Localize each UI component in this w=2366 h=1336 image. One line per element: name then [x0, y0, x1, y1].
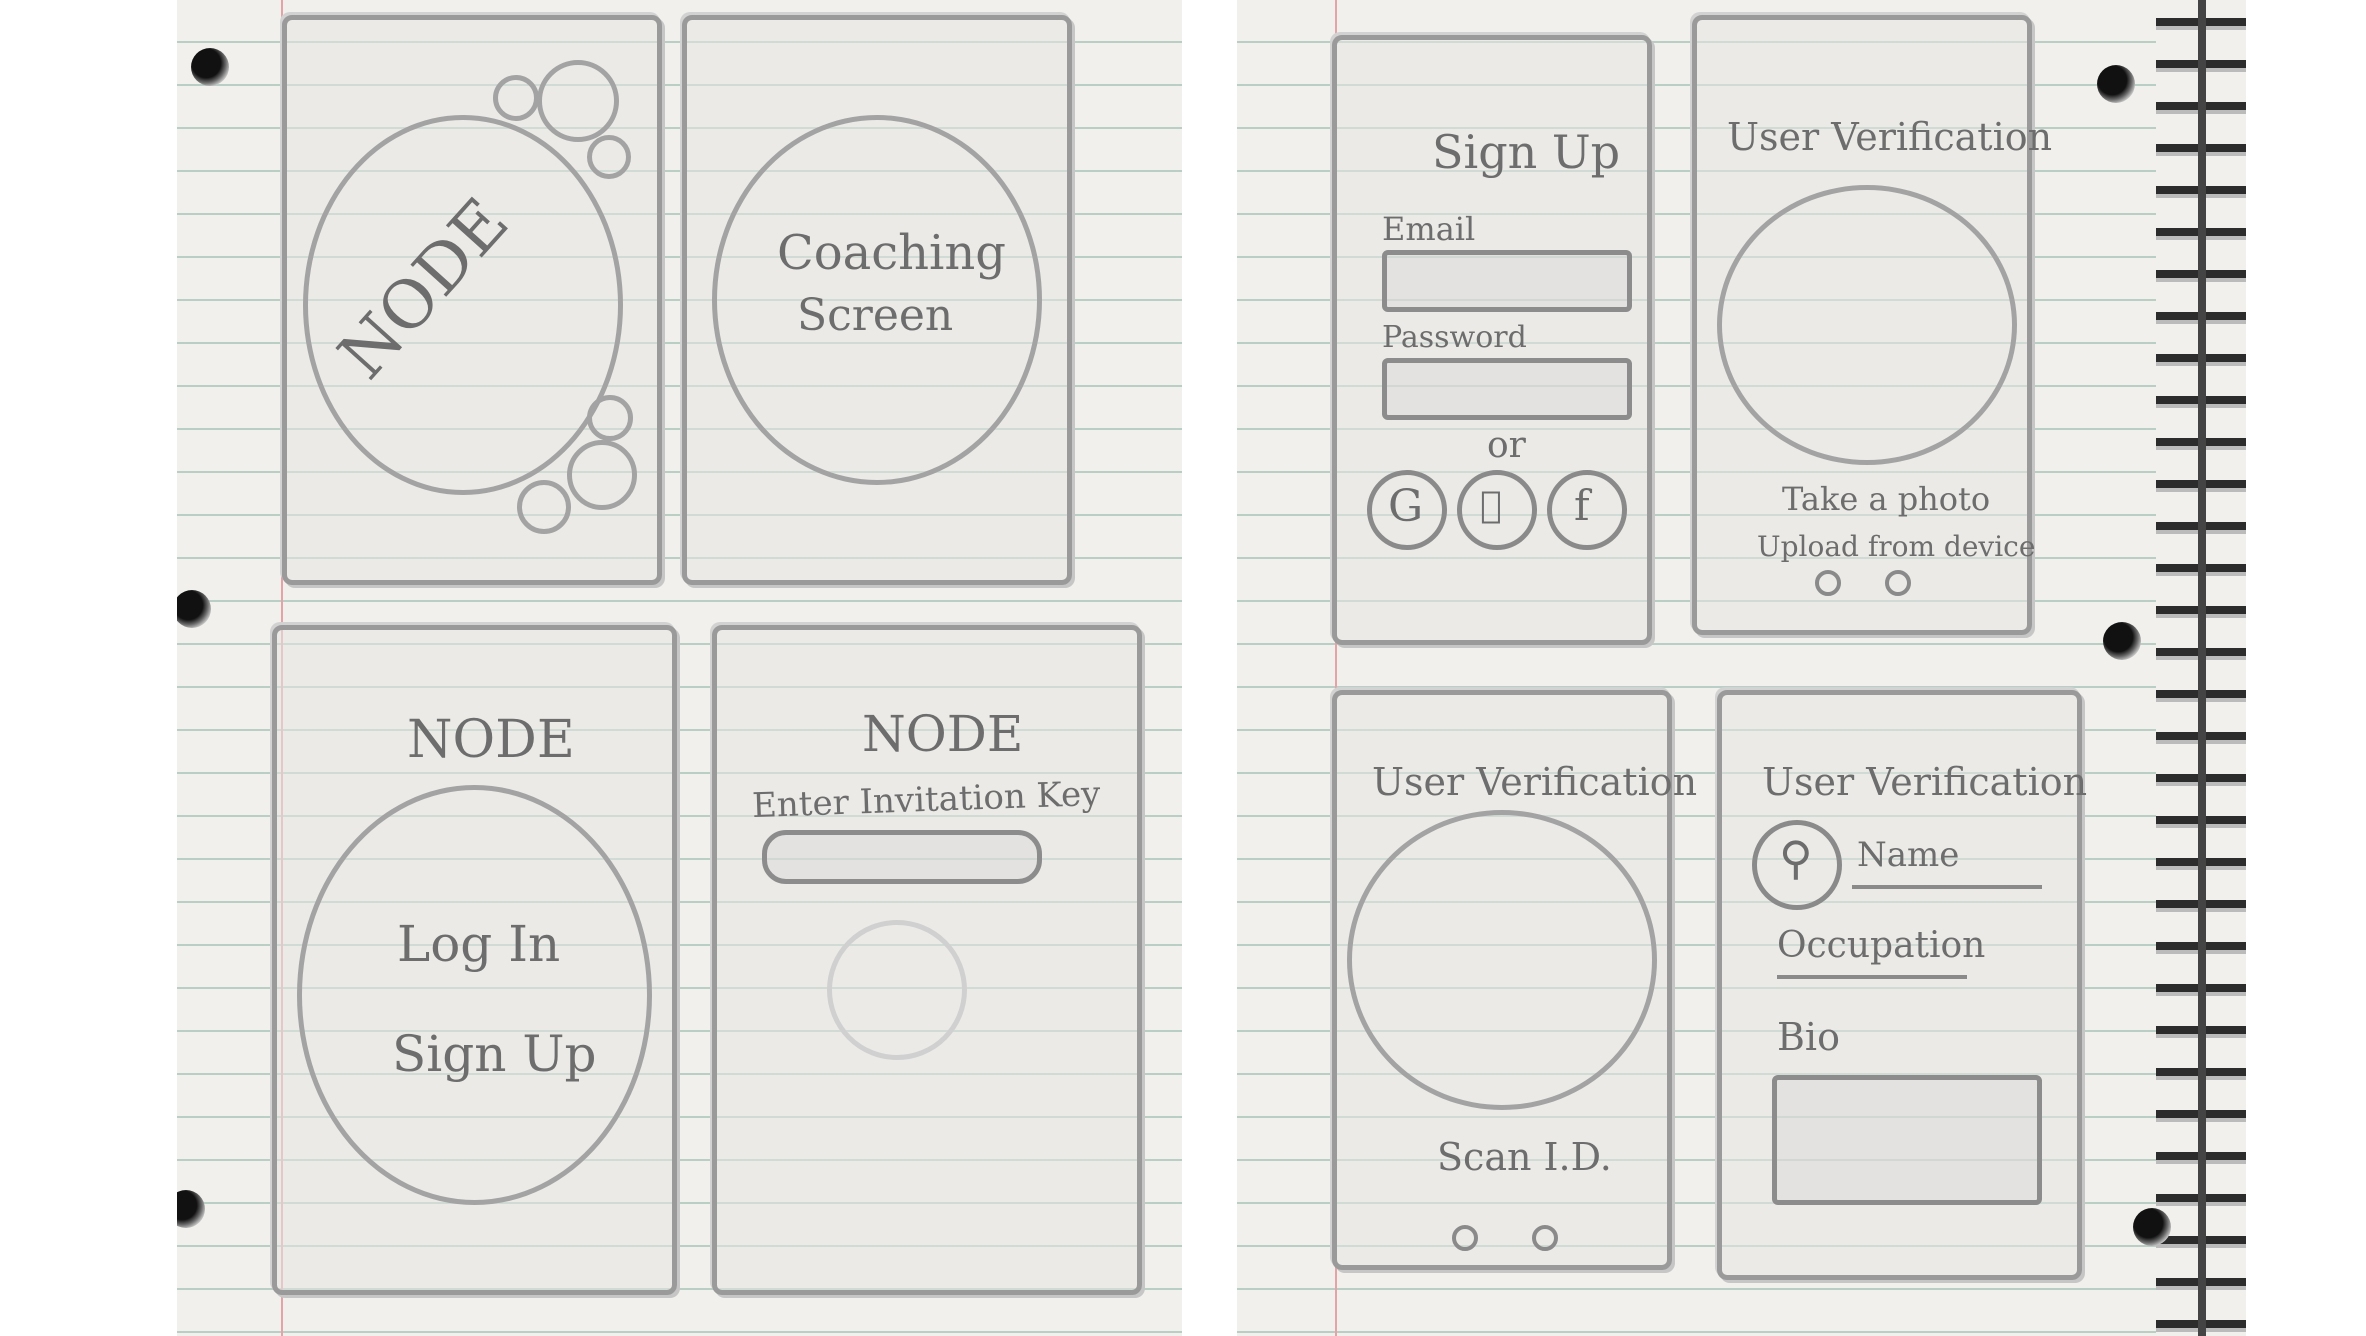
- invitation-label: Enter Invitation Key: [751, 773, 1102, 827]
- apple-icon: : [1480, 485, 1502, 526]
- avatar[interactable]: ⚲: [1752, 820, 1842, 910]
- punch-hole: [177, 590, 211, 628]
- scan-id-button[interactable]: Scan I.D.: [1437, 1135, 1612, 1179]
- punch-hole: [2097, 65, 2135, 103]
- coaching-text-line2: Screen: [797, 290, 954, 341]
- user-icon: ⚲: [1779, 831, 1813, 885]
- id-scan-circle: [1347, 810, 1657, 1110]
- bubble: [517, 480, 571, 534]
- bubble: [567, 440, 637, 510]
- name-field[interactable]: [1852, 885, 2042, 889]
- name-field-label: Name: [1857, 835, 1960, 875]
- splash-circle: [303, 115, 623, 495]
- occupation-field[interactable]: [1777, 975, 1967, 979]
- page-indicator-dot: [1885, 570, 1911, 596]
- google-icon: G: [1388, 481, 1424, 532]
- page-indicator-dot: [1452, 1225, 1478, 1251]
- take-photo-link[interactable]: Take a photo: [1782, 480, 1990, 518]
- page-indicator-dot: [1815, 570, 1841, 596]
- punch-hole: [191, 48, 229, 86]
- photo-verification-title: User Verification: [1727, 115, 2053, 159]
- scan-id-frame: User Verification Scan I.D.: [1332, 690, 1697, 1270]
- password-field[interactable]: [1382, 358, 1632, 420]
- coaching-text-line1: Coaching: [777, 225, 1007, 281]
- scan-id-title: User Verification: [1372, 760, 1698, 804]
- upload-from-device-link[interactable]: Upload from device: [1757, 530, 2035, 563]
- welcome-frame: NODE Log In Sign Up: [272, 625, 677, 1295]
- email-field[interactable]: [1382, 250, 1632, 312]
- bio-textarea[interactable]: [1772, 1075, 2042, 1205]
- signup-link[interactable]: Sign Up: [392, 1025, 597, 1083]
- signup-frame: Sign Up Email Password or G  f: [1332, 35, 1652, 645]
- invitation-frame: NODE Enter Invitation Key: [712, 625, 1142, 1295]
- notebook-spiral-bar: [2198, 0, 2206, 1336]
- or-label: or: [1487, 425, 1526, 466]
- profile-title: User Verification: [1762, 760, 2088, 804]
- login-link[interactable]: Log In: [397, 915, 560, 973]
- page-indicator-dot: [1532, 1225, 1558, 1251]
- welcome-circle: [297, 785, 652, 1205]
- coaching-frame: Coaching Screen: [682, 15, 1072, 585]
- password-label: Password: [1382, 320, 1527, 355]
- punch-hole: [177, 1190, 205, 1228]
- welcome-title: NODE: [407, 710, 575, 770]
- bubble: [537, 60, 619, 142]
- splash-frame: NODE: [282, 15, 662, 585]
- facebook-signin-button[interactable]: f: [1547, 470, 1627, 550]
- bubble: [587, 135, 631, 179]
- bubble: [493, 75, 539, 121]
- left-sketch-sheet: NODE Coaching Screen NODE Log In Sign Up…: [177, 0, 1182, 1336]
- invitation-title: NODE: [862, 705, 1024, 763]
- bio-label: Bio: [1777, 1015, 1840, 1059]
- invitation-key-input[interactable]: [762, 830, 1042, 884]
- submit-circle-button[interactable]: [827, 920, 967, 1060]
- apple-signin-button[interactable]: : [1457, 470, 1537, 550]
- photo-verification-frame: User Verification Take a photo Upload fr…: [1692, 15, 2052, 635]
- profile-frame: User Verification ⚲ Name Occupation Bio: [1717, 690, 2087, 1280]
- punch-hole: [2133, 1208, 2171, 1246]
- punch-hole: [2103, 622, 2141, 660]
- signup-title: Sign Up: [1432, 125, 1621, 179]
- google-signin-button[interactable]: G: [1367, 470, 1447, 550]
- facebook-icon: f: [1574, 481, 1590, 530]
- occupation-field-label: Occupation: [1777, 925, 1986, 966]
- bubble: [587, 395, 633, 441]
- email-label: Email: [1382, 210, 1476, 248]
- photo-preview-circle: [1717, 185, 2017, 465]
- right-sketch-sheet: Sign Up Email Password or G  f User Ver…: [1237, 0, 2246, 1336]
